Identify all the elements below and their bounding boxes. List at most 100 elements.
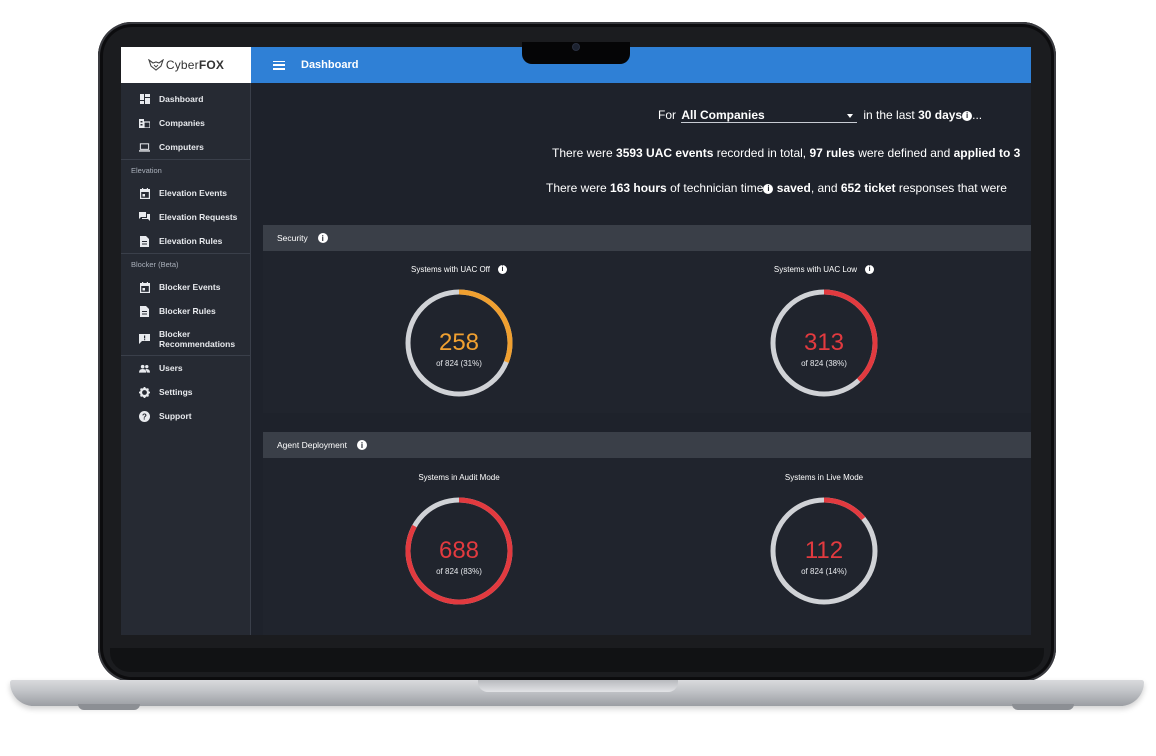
uac-events-count: 3593 UAC events bbox=[616, 146, 714, 160]
sidebar-item-label: Dashboard bbox=[159, 94, 204, 104]
sidebar-item-label: Elevation Events bbox=[159, 188, 228, 198]
info-icon[interactable]: i bbox=[962, 110, 973, 121]
saved-label: saved bbox=[773, 181, 811, 195]
section-title: Security bbox=[277, 233, 308, 243]
fox-logo-icon bbox=[147, 59, 164, 71]
summary-text: , and bbox=[810, 181, 841, 195]
sidebar-item-label: Companies bbox=[159, 118, 205, 128]
gauge-audit-mode[interactable]: Systems in Audit Mode 688 of 824 (83%) bbox=[359, 471, 559, 609]
summary-text: were defined and bbox=[854, 146, 954, 160]
section-title: Agent Deployment bbox=[277, 440, 347, 450]
sidebar-item-blocker-events[interactable]: Blocker Events bbox=[121, 275, 250, 299]
laptop-chin bbox=[110, 648, 1044, 672]
brand-logo[interactable]: CyberFOX bbox=[121, 47, 251, 83]
gauge-ring: 258 of 824 (31%) bbox=[405, 289, 513, 397]
help-icon: ? bbox=[139, 410, 150, 422]
sidebar-item-blocker-rules[interactable]: Blocker Rules bbox=[121, 299, 250, 323]
sidebar-item-label: Elevation Requests bbox=[159, 212, 238, 222]
info-icon[interactable]: i bbox=[356, 440, 367, 450]
sidebar-item-label: Blocker Rules bbox=[159, 306, 216, 316]
uac-summary-line: There were 3593 UAC events recorded in t… bbox=[552, 146, 1020, 160]
applied-count: applied to 3 bbox=[953, 146, 1021, 160]
sidebar-item-label: Support bbox=[159, 411, 192, 421]
sidebar-item-elevation-events[interactable]: Elevation Events bbox=[121, 181, 250, 205]
gauge-value: 112 bbox=[805, 537, 843, 564]
summary-text: of technician time bbox=[666, 181, 764, 195]
gauge-value: 258 bbox=[439, 329, 479, 356]
company-select[interactable]: All Companies bbox=[681, 108, 858, 123]
alert-icon bbox=[139, 334, 150, 345]
ticket-count: 652 ticket bbox=[840, 181, 896, 195]
sidebar-item-label-line1: Blocker bbox=[159, 329, 191, 339]
sidebar-item-label: Blocker Events bbox=[159, 282, 221, 292]
laptop-icon bbox=[139, 142, 150, 153]
top-app-bar: Dashboard bbox=[251, 47, 1031, 83]
gauge-ring: 313 of 824 (38%) bbox=[770, 289, 878, 397]
security-section-header: Security i bbox=[263, 225, 1031, 251]
laptop-base-notch bbox=[478, 680, 678, 692]
period-days: 30 days bbox=[918, 108, 963, 122]
laptop-foot-left bbox=[78, 704, 140, 710]
agent-deployment-section-header: Agent Deployment i bbox=[263, 432, 1031, 458]
filter-ellipsis: ... bbox=[972, 108, 983, 122]
gauge-title: Systems in Live Mode bbox=[784, 472, 864, 482]
gauge-subtitle: of 824 (38%) bbox=[801, 359, 847, 368]
sidebar: CyberFOX Dashboard Companies Computers E… bbox=[121, 47, 251, 635]
svg-text:?: ? bbox=[142, 412, 147, 421]
sidebar-item-blocker-recommendations[interactable]: Blocker Recommendations bbox=[121, 323, 250, 355]
hours-saved: 163 hours bbox=[610, 181, 667, 195]
document-icon bbox=[139, 235, 150, 247]
gauge-uac-low[interactable]: Systems with UAC Low i 313 of 824 (38%) bbox=[724, 263, 924, 401]
rules-count: 97 rules bbox=[809, 146, 855, 160]
sidebar-item-label: Elevation Rules bbox=[159, 236, 223, 246]
gauge-ring: 688 of 824 (83%) bbox=[405, 497, 513, 605]
filter-line: For All Companies in the last 30 days i... bbox=[658, 108, 982, 123]
page-title: Dashboard bbox=[301, 59, 359, 71]
document-icon bbox=[139, 305, 150, 317]
camera-icon bbox=[573, 44, 579, 50]
filter-middle: in the last bbox=[863, 108, 915, 122]
sidebar-item-computers[interactable]: Computers bbox=[121, 135, 250, 159]
sidebar-item-elevation-rules[interactable]: Elevation Rules bbox=[121, 229, 250, 253]
gauge-title: Systems with UAC Off bbox=[411, 264, 490, 274]
sidebar-item-companies[interactable]: Companies bbox=[121, 111, 250, 135]
brand-suffix: FOX bbox=[198, 58, 225, 72]
sidebar-item-dashboard[interactable]: Dashboard bbox=[121, 87, 250, 111]
gauge-value: 688 bbox=[439, 537, 479, 564]
dashboard-icon bbox=[139, 94, 150, 105]
summary-text: There were bbox=[546, 181, 611, 195]
gauge-live-mode[interactable]: Systems in Live Mode 112 of 824 (14%) bbox=[724, 471, 924, 609]
sidebar-item-label: Computers bbox=[159, 142, 204, 152]
chat-icon bbox=[139, 212, 150, 223]
filter-prefix: For bbox=[658, 108, 676, 122]
company-select-value: All Companies bbox=[681, 108, 765, 122]
sidebar-item-settings[interactable]: Settings bbox=[121, 380, 250, 404]
sidebar-item-label: Settings bbox=[159, 387, 193, 397]
info-icon[interactable]: i bbox=[497, 264, 507, 274]
gauge-uac-off[interactable]: Systems with UAC Off i 258 of 824 (31%) bbox=[359, 263, 559, 401]
calendar-icon bbox=[139, 281, 150, 293]
gear-icon bbox=[139, 386, 150, 398]
sidebar-nav: Dashboard Companies Computers Elevation … bbox=[121, 83, 250, 428]
menu-icon[interactable] bbox=[273, 60, 285, 70]
laptop-foot-right bbox=[1012, 704, 1074, 710]
sidebar-item-label: Users bbox=[159, 363, 183, 373]
info-icon[interactable]: i bbox=[865, 264, 875, 274]
gauge-subtitle: of 824 (83%) bbox=[436, 567, 482, 576]
gauge-title: Systems in Audit Mode bbox=[418, 472, 500, 482]
summary-text: There were bbox=[552, 146, 617, 160]
laptop-screen: CyberFOX Dashboard Companies Computers E… bbox=[121, 47, 1031, 635]
gauge-value: 313 bbox=[804, 329, 844, 356]
users-icon bbox=[139, 363, 150, 374]
sidebar-item-users[interactable]: Users bbox=[121, 356, 250, 380]
gauge-ring: 112 of 824 (14%) bbox=[770, 497, 878, 605]
brand-prefix: Cyber bbox=[165, 58, 199, 72]
sidebar-group-blocker: Blocker (Beta) bbox=[121, 253, 250, 275]
sidebar-item-support[interactable]: ? Support bbox=[121, 404, 250, 428]
sidebar-item-elevation-requests[interactable]: Elevation Requests bbox=[121, 205, 250, 229]
sidebar-group-elevation: Elevation bbox=[121, 159, 250, 181]
info-icon[interactable]: i bbox=[763, 183, 774, 194]
gauge-subtitle: of 824 (31%) bbox=[436, 359, 482, 368]
time-saved-line: There were 163 hours of technician time i… bbox=[546, 181, 1007, 195]
info-icon[interactable]: i bbox=[317, 233, 328, 243]
